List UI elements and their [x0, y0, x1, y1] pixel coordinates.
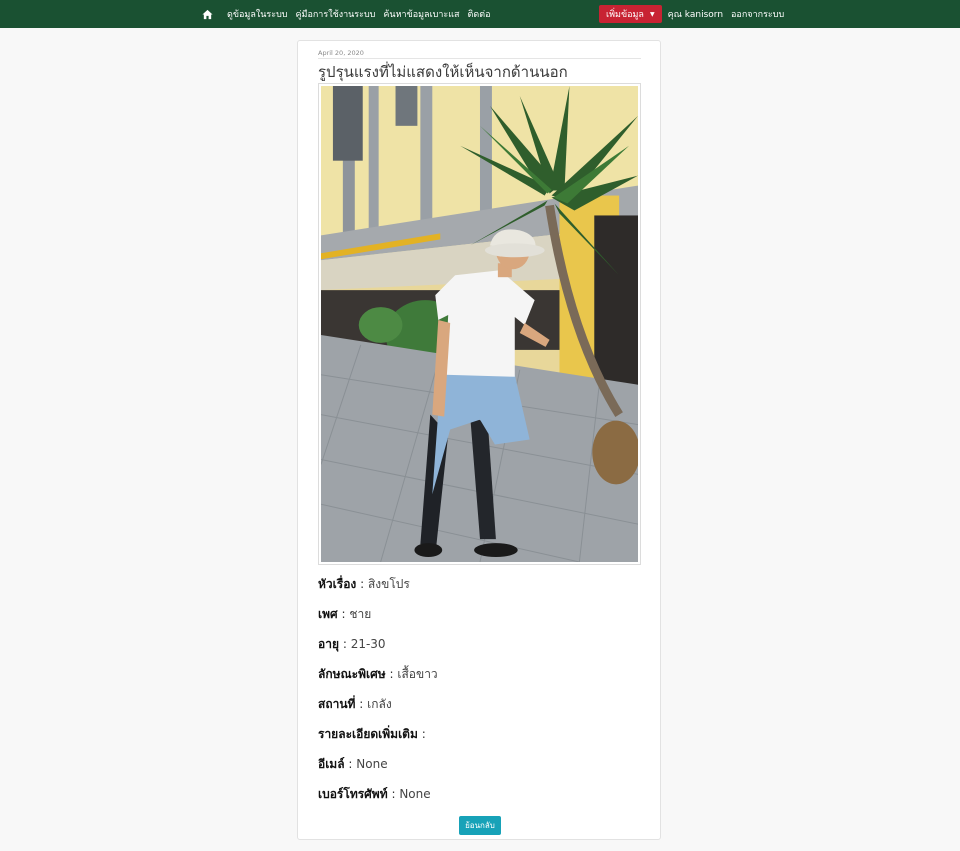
- nav-link-search-clues[interactable]: ค้นหาข้อมูลเบาะแส: [383, 7, 459, 21]
- field-separator: :: [341, 607, 346, 621]
- nav-left-group: ดูข้อมูลในระบบ คู่มือการใช้งานระบบ ค้นหา…: [202, 0, 499, 28]
- field-phone-key: เบอร์โทรศัพท์: [318, 787, 388, 801]
- back-button[interactable]: ย้อนกลับ: [459, 816, 501, 835]
- field-phone: เบอร์โทรศัพท์ : None: [318, 785, 431, 804]
- field-email-key: อีเมล์: [318, 757, 345, 771]
- field-separator: :: [359, 697, 364, 711]
- add-data-label: เพิ่มข้อมูล: [606, 10, 644, 20]
- post-date: April 20, 2020: [318, 49, 364, 57]
- field-email: อีเมล์ : None: [318, 755, 388, 774]
- user-name-link[interactable]: คุณ kanisorn: [668, 7, 723, 21]
- home-icon[interactable]: [202, 9, 213, 20]
- field-special-features-value: เสื้อขาว: [397, 667, 438, 681]
- field-location-value: เกลัง: [367, 697, 392, 711]
- nav-link-manual[interactable]: คู่มือการใช้งานระบบ: [296, 7, 376, 21]
- field-email-value: None: [356, 757, 388, 771]
- nav-link-view-data[interactable]: ดูข้อมูลในระบบ: [227, 7, 288, 21]
- field-separator: :: [360, 577, 365, 591]
- field-special-features: ลักษณะพิเศษ : เสื้อขาว: [318, 665, 438, 684]
- field-phone-value: None: [399, 787, 431, 801]
- field-separator: :: [348, 757, 353, 771]
- field-gender: เพศ : ชาย: [318, 605, 371, 624]
- field-age-value: 21-30: [350, 637, 386, 651]
- nav-right-group: เพิ่มข้อมูล ▼ คุณ kanisorn ออกจากระบบ: [599, 0, 792, 28]
- top-navbar: ดูข้อมูลในระบบ คู่มือการใช้งานระบบ ค้นหา…: [0, 0, 960, 28]
- field-separator: :: [391, 787, 396, 801]
- add-data-dropdown-button[interactable]: เพิ่มข้อมูล ▼: [599, 5, 662, 23]
- field-subject-key: หัวเรื่อง: [318, 577, 357, 591]
- photo-image: [321, 86, 638, 562]
- post-photo: [318, 83, 641, 565]
- field-age-key: อายุ: [318, 637, 339, 651]
- logout-link[interactable]: ออกจากระบบ: [731, 7, 784, 21]
- field-details: รายละเอียดเพิ่มเติม :: [318, 725, 426, 744]
- field-subject-value: สิงขโปร: [367, 577, 410, 591]
- post-title: รูปรุนแรงที่ไม่แสดงให้เห็นจากด้านนอก: [318, 63, 568, 81]
- title-divider: [318, 58, 641, 59]
- field-gender-key: เพศ: [318, 607, 338, 621]
- field-details-key: รายละเอียดเพิ่มเติม: [318, 727, 418, 741]
- field-separator: :: [421, 727, 426, 741]
- field-separator: :: [342, 637, 347, 651]
- field-gender-value: ชาย: [349, 607, 372, 621]
- field-subject: หัวเรื่อง : สิงขโปร: [318, 575, 410, 594]
- field-age: อายุ : 21-30: [318, 635, 386, 654]
- field-location-key: สถานที่: [318, 697, 356, 711]
- field-separator: :: [389, 667, 394, 681]
- caret-down-icon: ▼: [649, 10, 655, 18]
- nav-link-contact[interactable]: ติดต่อ: [468, 7, 491, 21]
- field-location: สถานที่ : เกลัง: [318, 695, 392, 714]
- field-special-features-key: ลักษณะพิเศษ: [318, 667, 386, 681]
- post-card: April 20, 2020 รูปรุนแรงที่ไม่แสดงให้เห็…: [297, 40, 661, 840]
